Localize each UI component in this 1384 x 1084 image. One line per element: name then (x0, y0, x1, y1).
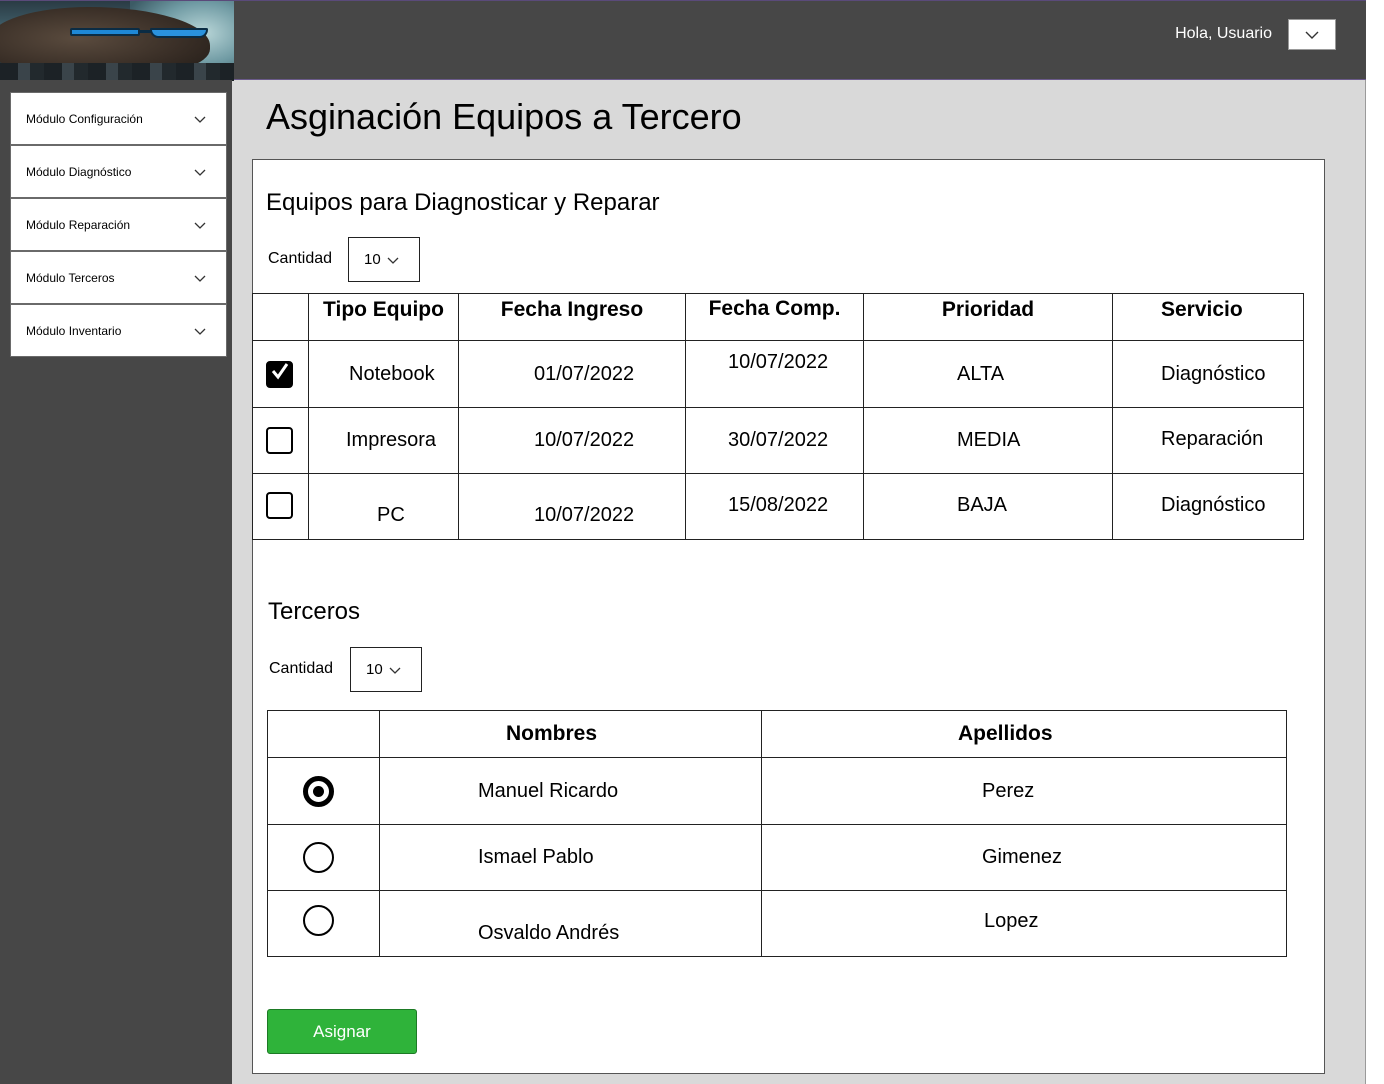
chevron-down-icon (383, 661, 401, 678)
column-header-tipo-equipo: Tipo Equipo (308, 293, 459, 341)
chevron-down-icon (194, 271, 206, 285)
cell-nombres: Manuel Ricardo (379, 757, 762, 825)
sidebar-item-terceros[interactable]: Módulo Terceros (10, 251, 227, 304)
equipos-quantity-value: 10 (364, 251, 381, 268)
equipos-quantity-select[interactable]: 10 (348, 237, 420, 282)
row-radio[interactable] (303, 905, 334, 936)
terceros-quantity-label: Cantidad (269, 660, 334, 677)
cell-apellidos: Perez (761, 757, 1287, 825)
column-header-nombres: Nombres (379, 710, 762, 758)
chevron-down-icon (381, 251, 399, 268)
sidebar-item-diagnostico[interactable]: Módulo Diagnóstico (10, 145, 227, 198)
terceros-quantity-select[interactable]: 10 (350, 647, 422, 692)
table-row: Manuel Ricardo Perez (267, 757, 1287, 825)
equipos-section-title: Equipos para Diagnosticar y Reparar (266, 189, 660, 216)
table-row: Notebook 01/07/2022 10/07/2022 ALTA Diag… (252, 340, 1304, 408)
row-checkbox[interactable] (266, 492, 293, 519)
cell-prioridad: ALTA (863, 340, 1113, 408)
sidebar-item-label: Módulo Terceros (26, 270, 115, 285)
chevron-down-icon (194, 218, 206, 232)
table-row: Osvaldo Andrés Lopez (267, 890, 1287, 957)
table-row: PC 10/07/2022 15/08/2022 BAJA Diagnóstic… (252, 473, 1304, 540)
chevron-down-icon (1305, 26, 1319, 44)
terceros-table: Nombres Apellidos Manuel Ricardo Perez I… (267, 710, 1287, 957)
sidebar: Módulo Configuración Módulo Diagnóstico … (0, 80, 232, 1084)
app-logo (0, 1, 234, 81)
cell-prioridad: MEDIA (863, 407, 1113, 474)
cell-comp: 30/07/2022 (685, 407, 864, 474)
chevron-down-icon (194, 165, 206, 179)
sidebar-item-inventario[interactable]: Módulo Inventario (10, 304, 227, 357)
user-greeting: Hola, Usuario (1175, 25, 1272, 42)
select-column-header (267, 710, 380, 758)
cell-tipo: Impresora (308, 407, 459, 474)
cell-ingreso: 10/07/2022 (458, 473, 686, 540)
column-header-apellidos: Apellidos (761, 710, 1287, 758)
table-row: Ismael Pablo Gimenez (267, 824, 1287, 891)
terceros-quantity-value: 10 (366, 661, 383, 678)
sidebar-item-label: Módulo Inventario (26, 323, 122, 338)
top-bar: Hola, Usuario (0, 0, 1366, 81)
cell-prioridad: BAJA (863, 473, 1113, 540)
cell-servicio: Reparación (1112, 407, 1304, 474)
cell-ingreso: 10/07/2022 (458, 407, 686, 474)
select-column-header (252, 293, 309, 341)
equipos-table: Tipo Equipo Fecha Ingreso Fecha Comp. Pr… (252, 293, 1304, 540)
assign-button[interactable]: Asignar (267, 1009, 417, 1054)
cell-servicio: Diagnóstico (1112, 340, 1304, 408)
row-radio[interactable] (303, 775, 334, 807)
cell-tipo: Notebook (308, 340, 459, 408)
row-checkbox[interactable] (266, 360, 293, 388)
column-header-servicio: Servicio (1112, 293, 1304, 341)
cell-apellidos: Lopez (761, 890, 1287, 957)
cell-nombres: Osvaldo Andrés (379, 890, 762, 957)
page-title: Asginación Equipos a Tercero (266, 96, 742, 137)
sidebar-item-label: Módulo Reparación (26, 217, 131, 232)
check-icon (270, 362, 290, 386)
sidebar-item-label: Módulo Configuración (26, 111, 143, 126)
chevron-down-icon (194, 112, 206, 126)
cell-comp: 10/07/2022 (685, 340, 864, 408)
cell-nombres: Ismael Pablo (379, 824, 762, 891)
cell-tipo: PC (308, 473, 459, 540)
sidebar-item-reparacion[interactable]: Módulo Reparación (10, 198, 227, 251)
column-header-fecha-comp: Fecha Comp. (685, 293, 864, 341)
chevron-down-icon (194, 324, 206, 338)
cell-comp: 15/08/2022 (685, 473, 864, 540)
row-checkbox[interactable] (266, 427, 293, 454)
row-radio[interactable] (303, 842, 334, 873)
cell-ingreso: 01/07/2022 (458, 340, 686, 408)
cell-servicio: Diagnóstico (1112, 473, 1304, 540)
terceros-section-title: Terceros (268, 598, 361, 625)
cell-apellidos: Gimenez (761, 824, 1287, 891)
table-row: Impresora 10/07/2022 30/07/2022 MEDIA Re… (252, 407, 1304, 474)
column-header-prioridad: Prioridad (863, 293, 1113, 341)
column-header-fecha-ingreso: Fecha Ingreso (458, 293, 686, 341)
user-menu-dropdown[interactable] (1288, 19, 1336, 50)
table-header-row: Nombres Apellidos (267, 710, 1287, 758)
sidebar-item-configuracion[interactable]: Módulo Configuración (10, 92, 227, 145)
equipos-quantity-label: Cantidad (268, 250, 333, 267)
table-header-row: Tipo Equipo Fecha Ingreso Fecha Comp. Pr… (252, 293, 1304, 341)
sidebar-item-label: Módulo Diagnóstico (26, 164, 132, 179)
